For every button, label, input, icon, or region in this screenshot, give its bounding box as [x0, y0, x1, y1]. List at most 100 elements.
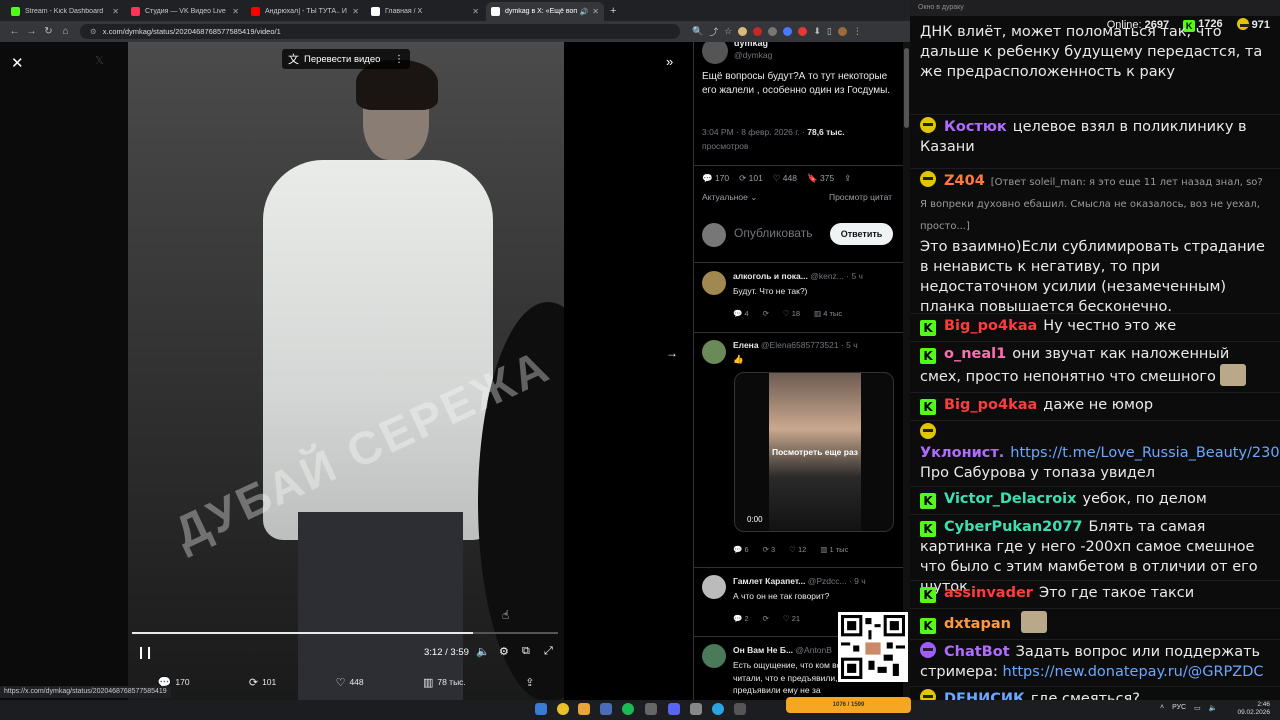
translate-video-button[interactable]: 文 Перевести видео ⋮ — [282, 49, 410, 69]
system-clock[interactable]: 2:46 09.02.2026 — [1237, 701, 1270, 717]
more-options-icon[interactable]: ⋮ — [394, 54, 404, 65]
repost-action[interactable]: ⟳ 101 — [249, 676, 276, 689]
video-progress-bar[interactable] — [132, 632, 558, 634]
author-handle[interactable]: @dymkag — [734, 50, 772, 60]
site-info-icon[interactable]: ⚙ — [90, 27, 97, 36]
tweet-timestamp[interactable]: 3:04 PM · 8 февр. 2026 г. · — [702, 127, 807, 137]
reply-button[interactable]: Ответить — [830, 223, 893, 245]
reload-icon[interactable]: ↻ — [40, 26, 57, 37]
author-name[interactable]: dymkag — [734, 42, 768, 48]
reply-stat[interactable]: 💬 4 — [733, 309, 749, 318]
spotify-icon[interactable] — [622, 703, 634, 715]
profile-avatar[interactable] — [837, 27, 847, 36]
share-icon[interactable]: ⇪ — [844, 173, 851, 184]
author-avatar[interactable] — [702, 42, 728, 64]
tab-2[interactable]: Студия — VK Видео Live ✕ — [126, 2, 244, 21]
rewatch-label[interactable]: Посмотреть еще раз — [735, 447, 893, 457]
close-tab-icon[interactable]: ✕ — [472, 7, 479, 16]
url-field[interactable]: ⚙ x.com/dymkag/status/202046876857758541… — [80, 24, 680, 39]
fullscreen-icon[interactable]: ⤢ — [544, 645, 553, 658]
picture-in-picture-icon[interactable]: ⧉ — [522, 645, 530, 658]
video-player[interactable]: ДУБАЙ СЕРЕЖА — [128, 42, 564, 700]
back-arrow-icon[interactable]: ← — [6, 26, 23, 37]
chat-nickname[interactable]: ChatBot — [944, 644, 1010, 660]
repost-icon[interactable]: ⟳ — [763, 614, 769, 623]
bookmark-stat[interactable]: 🔖 375 — [807, 173, 834, 184]
like-action[interactable]: ♡ 448 — [336, 676, 364, 689]
views-stat[interactable]: ▥ 4 тыс — [814, 309, 842, 318]
scrollbar-thumb[interactable] — [904, 48, 909, 128]
search-icon[interactable]: 🔍 — [692, 26, 703, 37]
menu-icon[interactable]: ⋮ — [853, 26, 862, 37]
like-stat[interactable]: ♡ 448 — [773, 173, 797, 184]
telegram-icon[interactable] — [712, 703, 724, 715]
tab-1[interactable]: Stream - Kick Dashboard ✕ — [6, 2, 124, 21]
tab-3[interactable]: Андрюхал] - ТЫ ТУТА.. И Я ТУТ ✕ — [246, 2, 364, 21]
chat-nickname[interactable]: Big_po4kaa — [944, 318, 1037, 334]
chat-nickname[interactable]: o_neal1 — [944, 346, 1006, 362]
sidebar-icon[interactable]: ▯ — [827, 26, 832, 37]
share-icon[interactable]: ⤴ — [709, 25, 718, 38]
reply-author[interactable]: алкоголь и пока... — [733, 271, 808, 281]
chat-nickname[interactable]: Big_po4kaa — [944, 397, 1037, 413]
home-icon[interactable]: ⌂ — [57, 26, 74, 37]
settings-gear-icon[interactable]: ⚙ — [499, 645, 509, 658]
share-action[interactable]: ⇪ — [525, 676, 534, 689]
audio-playing-icon[interactable]: 🔊 — [580, 8, 589, 16]
chat-link[interactable]: https://new.donatepay.ru/@GRPZDC — [1003, 664, 1264, 680]
explorer-icon[interactable] — [578, 703, 590, 715]
chat-nickname[interactable]: dxtapan — [944, 616, 1011, 632]
chevron-up-icon[interactable]: ˄ — [1160, 704, 1164, 712]
tab-4[interactable]: Главная / X ✕ — [366, 2, 484, 21]
close-tab-icon[interactable]: ✕ — [592, 7, 599, 16]
app-icon[interactable] — [690, 703, 702, 715]
page-scrollbar[interactable] — [903, 42, 910, 700]
extension-icon[interactable] — [798, 27, 808, 36]
pause-icon[interactable]: ❙❙ — [136, 645, 154, 659]
bookmark-star-icon[interactable]: ☆ — [724, 26, 732, 37]
reply-stat[interactable]: 💬 2 — [733, 614, 749, 623]
language-indicator[interactable]: РУС — [1172, 704, 1186, 712]
extension-icon[interactable] — [738, 27, 748, 36]
view-quotes-link[interactable]: Просмотр цитат — [829, 192, 892, 203]
chat-nickname[interactable]: CyberPukan2077 — [944, 519, 1083, 535]
reply-author[interactable]: Он Вам Не Б... — [733, 645, 793, 655]
like-stat[interactable]: ♡ 21 — [783, 614, 800, 623]
reply-avatar[interactable] — [702, 271, 726, 295]
extension-icon[interactable] — [753, 27, 763, 36]
start-icon[interactable] — [535, 703, 547, 715]
app-icon[interactable] — [645, 703, 657, 715]
network-icon[interactable]: ▭ — [1194, 704, 1201, 712]
steam-icon[interactable] — [600, 703, 612, 715]
like-stat[interactable]: ♡ 18 — [783, 309, 800, 318]
app-icon[interactable] — [734, 703, 746, 715]
discord-icon[interactable] — [668, 703, 680, 715]
close-tab-icon[interactable]: ✕ — [112, 7, 119, 16]
close-tab-icon[interactable]: ✕ — [232, 7, 239, 16]
reply-author[interactable]: Елена — [733, 340, 759, 350]
reply-avatar[interactable] — [702, 575, 726, 599]
views-stat[interactable]: ▥ 1 тыс — [820, 545, 848, 554]
new-tab-button[interactable]: + — [610, 5, 616, 17]
tab-5[interactable]: dymkag в X: «Ещё вопросы🔊✕ — [486, 2, 604, 21]
reply-avatar[interactable] — [702, 340, 726, 364]
chat-nickname[interactable]: assinvader — [944, 585, 1033, 601]
repost-stat[interactable]: ⟳ 3 — [763, 545, 776, 554]
extension-icon[interactable] — [783, 27, 793, 36]
downloads-icon[interactable]: ⬇ — [813, 26, 821, 37]
next-arrow-icon[interactable]: → — [666, 346, 678, 360]
speaker-icon[interactable]: 🔈 — [1209, 704, 1218, 712]
like-stat[interactable]: ♡ 12 — [789, 545, 806, 554]
chat-nickname[interactable]: Z404 — [944, 173, 985, 189]
extension-icon[interactable] — [768, 27, 778, 36]
chrome-icon[interactable] — [557, 703, 569, 715]
chat-nickname[interactable]: Уклонист. — [920, 445, 1004, 461]
repost-icon[interactable]: ⟳ — [763, 309, 769, 318]
reply-input[interactable]: Опубликовать — [734, 226, 812, 240]
sort-dropdown[interactable]: Актуальное ⌄ — [702, 192, 757, 203]
close-tab-icon[interactable]: ✕ — [352, 7, 359, 16]
forward-arrow-icon[interactable]: → — [23, 26, 40, 37]
volume-icon[interactable]: 🔈 — [476, 645, 490, 658]
reply-stat[interactable]: 💬 170 — [702, 173, 729, 184]
reply-avatar[interactable] — [702, 644, 726, 668]
